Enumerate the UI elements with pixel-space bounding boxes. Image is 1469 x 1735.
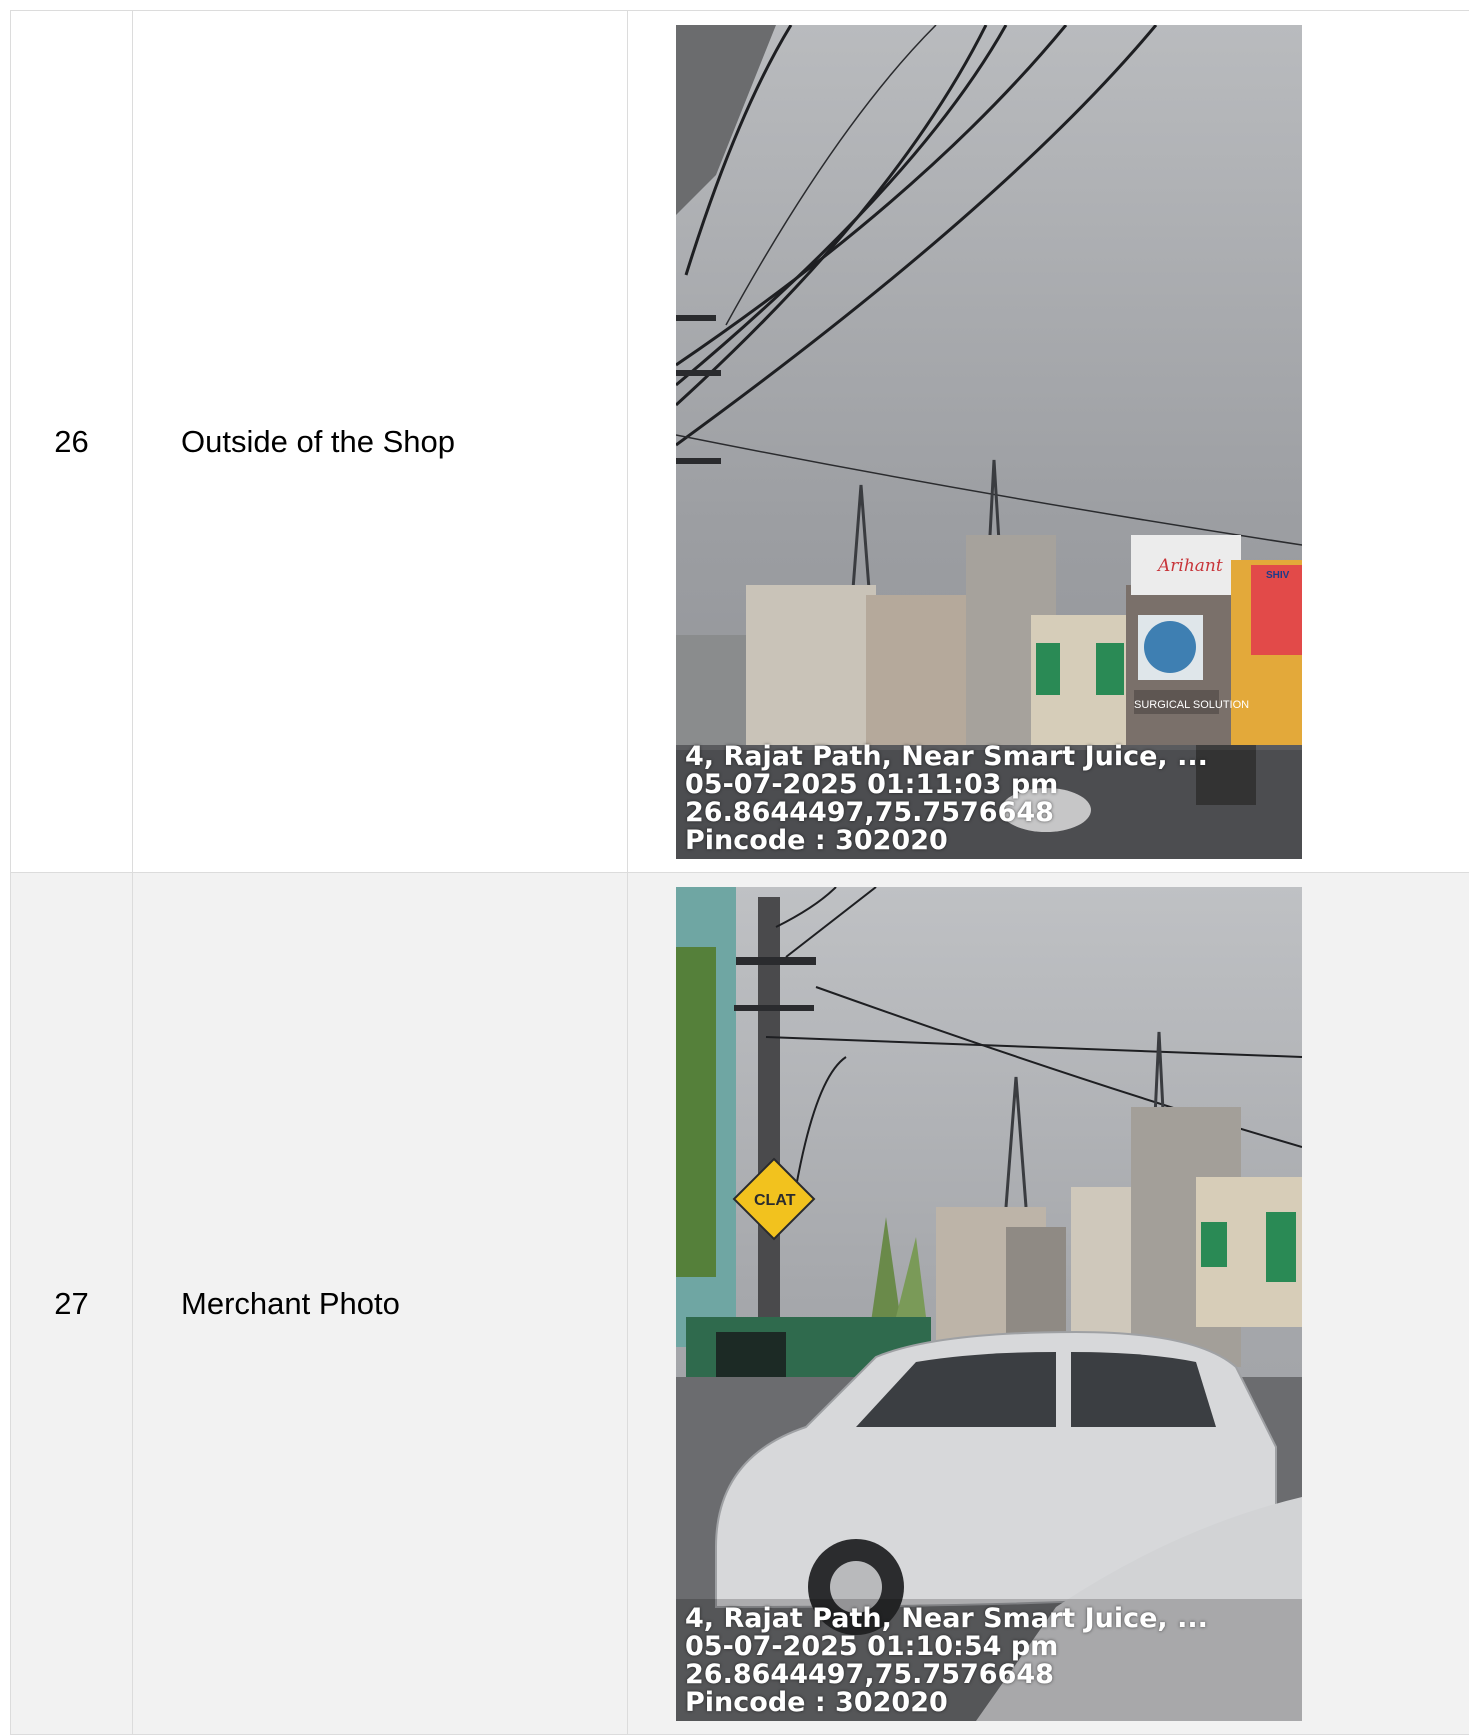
shop-sign-text: SURGICAL SOLUTION bbox=[1134, 699, 1249, 711]
shop-sign-text: Arihant bbox=[1156, 556, 1223, 576]
poster-sign-text: CLAT bbox=[754, 1192, 796, 1209]
photo-scene: Arihant SURGICAL SOLUTION SHIV bbox=[676, 25, 1302, 859]
photo-scene: CLAT bbox=[676, 887, 1302, 1721]
photo-datetime: 05-07-2025 01:11:03 pm bbox=[685, 771, 1208, 799]
photo-pincode: Pincode : 302020 bbox=[685, 827, 1208, 855]
photo-coordinates: 26.8644497,75.7576648 bbox=[685, 799, 1208, 827]
photo-pincode: Pincode : 302020 bbox=[685, 1689, 1208, 1717]
photo-datetime: 05-07-2025 01:10:54 pm bbox=[685, 1633, 1208, 1661]
photo-table: 26 Outside of the Shop bbox=[10, 10, 1469, 1735]
photo-table-container: 26 Outside of the Shop bbox=[10, 10, 1469, 1735]
shop-outside-photo[interactable]: Arihant SURGICAL SOLUTION SHIV 4, Rajat … bbox=[676, 25, 1302, 859]
shop-sign-text: SHIV bbox=[1266, 570, 1290, 581]
row-label: Outside of the Shop bbox=[133, 11, 628, 873]
row-number: 26 bbox=[11, 11, 133, 873]
photo-address: 4, Rajat Path, Near Smart Juice, ... bbox=[685, 743, 1208, 771]
photo-geo-stamp: 4, Rajat Path, Near Smart Juice, ... 05-… bbox=[685, 743, 1208, 855]
row-number: 27 bbox=[11, 873, 133, 1735]
photo-geo-stamp: 4, Rajat Path, Near Smart Juice, ... 05-… bbox=[685, 1605, 1208, 1717]
row-label: Merchant Photo bbox=[133, 873, 628, 1735]
merchant-photo[interactable]: CLAT bbox=[676, 887, 1302, 1721]
photo-address: 4, Rajat Path, Near Smart Juice, ... bbox=[685, 1605, 1208, 1633]
table-row: 26 Outside of the Shop bbox=[11, 11, 1469, 873]
photo-coordinates: 26.8644497,75.7576648 bbox=[685, 1661, 1208, 1689]
photo-cell: CLAT bbox=[628, 873, 1469, 1735]
table-row: 27 Merchant Photo bbox=[11, 873, 1469, 1735]
photo-cell: Arihant SURGICAL SOLUTION SHIV 4, Rajat … bbox=[628, 11, 1469, 873]
